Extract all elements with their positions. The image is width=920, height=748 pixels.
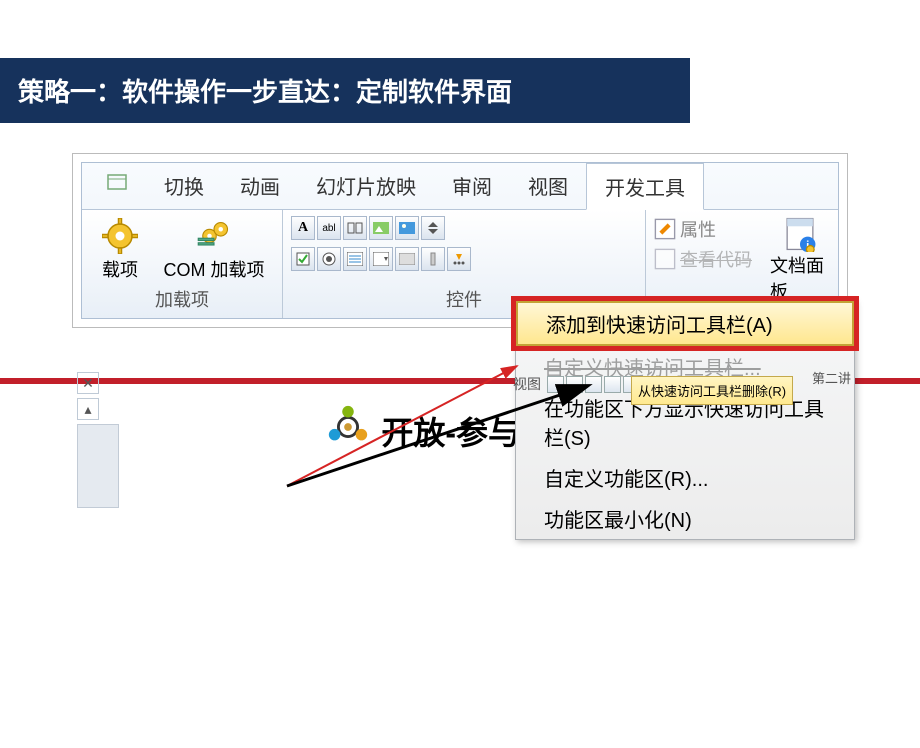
qat-icon[interactable] bbox=[604, 376, 621, 393]
tab-animation[interactable]: 动画 bbox=[222, 163, 298, 209]
tab-transition[interactable]: 切换 bbox=[146, 163, 222, 209]
ctrl-image-icon[interactable] bbox=[369, 216, 393, 240]
docpanel-label: 文档面板 bbox=[770, 252, 830, 304]
ribbon-screenshot: 切换 动画 幻灯片放映 审阅 视图 开发工具 载项 COM 加载项 bbox=[72, 153, 848, 328]
ctx-customize[interactable]: 自定义功能区(R)... bbox=[516, 457, 854, 498]
addins-button[interactable]: 载项 bbox=[90, 216, 150, 282]
ctrl-textbox-icon[interactable]: abl bbox=[317, 216, 341, 240]
context-menu: 添加到快速访问工具栏(A) 自定义快速访问工具栏... 在功能区下方显示快速访问… bbox=[515, 300, 855, 540]
tab-developer[interactable]: 开发工具 bbox=[586, 163, 704, 210]
ctrl-scroll-icon[interactable] bbox=[421, 247, 445, 271]
ctrl-radio-icon[interactable] bbox=[317, 247, 341, 271]
ctrl-toggle-icon[interactable] bbox=[395, 247, 419, 271]
docpanel-button[interactable]: i 文档面板 bbox=[770, 216, 830, 304]
qat-icon[interactable] bbox=[585, 376, 602, 393]
ctrl-picture-icon[interactable] bbox=[395, 216, 419, 240]
view-code-button[interactable]: 查看代码 bbox=[654, 246, 752, 272]
com-addins-label: COM 加载项 bbox=[164, 256, 265, 282]
logo-icon bbox=[325, 404, 371, 458]
close-icon[interactable]: ✕ bbox=[77, 372, 99, 394]
tab-editor[interactable] bbox=[88, 163, 146, 209]
slide-title: 策略一：软件操作一步直达：定制软件界面 bbox=[0, 58, 690, 123]
qat-icon[interactable] bbox=[547, 376, 564, 393]
slide-panel: ✕ ▴ bbox=[73, 368, 123, 508]
scroll-up-icon[interactable]: ▴ bbox=[77, 398, 99, 420]
group-addins: 载项 COM 加载项 加载项 bbox=[82, 210, 283, 318]
group-addins-label: 加载项 bbox=[90, 282, 274, 316]
tab-view[interactable]: 视图 bbox=[510, 163, 586, 209]
ctx-minimize[interactable]: 功能区最小化(N) bbox=[516, 498, 854, 539]
tooltip-remove-qat: 从快速访问工具栏删除(R) bbox=[631, 376, 793, 405]
addins-label: 载项 bbox=[102, 256, 138, 282]
ribbon-tabs: 切换 动画 幻灯片放映 审阅 视图 开发工具 bbox=[82, 163, 838, 210]
tab-slideshow[interactable]: 幻灯片放映 bbox=[298, 163, 434, 209]
ctrl-list-icon[interactable] bbox=[343, 247, 367, 271]
mini-view-label: 视图 bbox=[513, 374, 545, 394]
lecture-badge: 第二讲 bbox=[812, 368, 851, 387]
ctrl-combo-icon[interactable] bbox=[369, 247, 393, 271]
ctrl-more-icon[interactable] bbox=[447, 247, 471, 271]
properties-button[interactable]: 属性 bbox=[654, 216, 752, 242]
ctrl-spin-icon[interactable] bbox=[421, 216, 445, 240]
qat-icon[interactable] bbox=[566, 376, 583, 393]
ctrl-check-icon[interactable] bbox=[291, 247, 315, 271]
ctrl-a-icon[interactable]: A bbox=[291, 216, 315, 240]
ctx-add-qat[interactable]: 添加到快速访问工具栏(A) bbox=[516, 301, 854, 346]
ctrl-group-icon[interactable] bbox=[343, 216, 367, 240]
tab-review[interactable]: 审阅 bbox=[434, 163, 510, 209]
com-addins-button[interactable]: COM 加载项 bbox=[154, 216, 274, 282]
